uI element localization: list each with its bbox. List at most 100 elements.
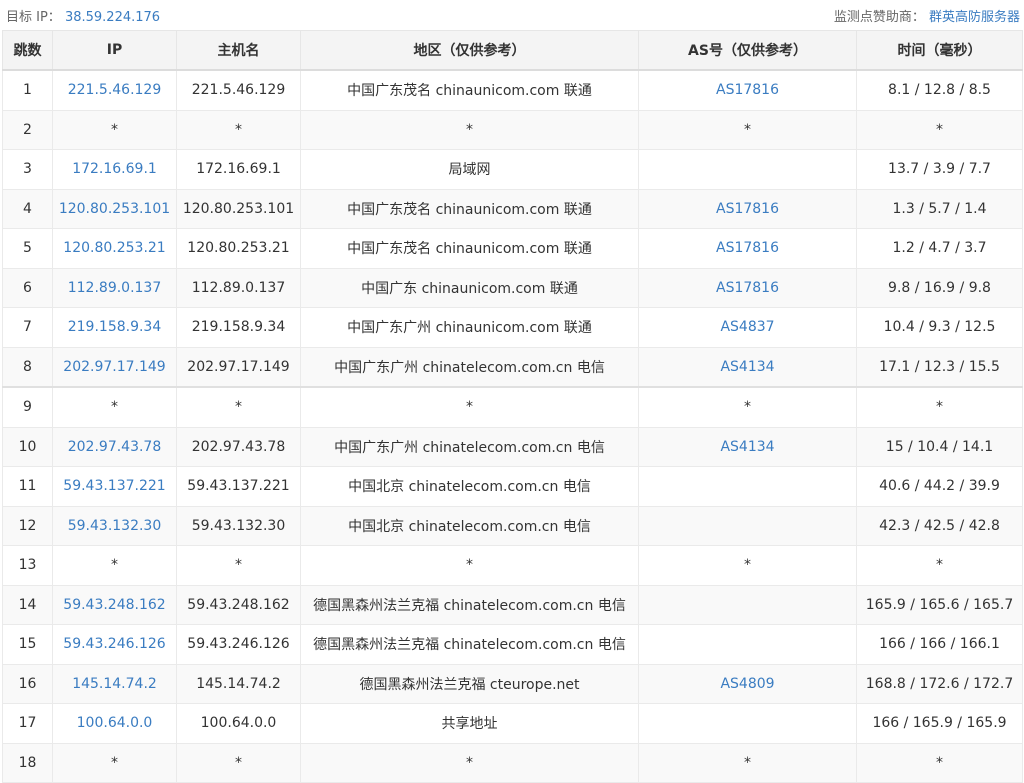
table-row: 5 120.80.253.21 120.80.253.21 中国广东茂名 chinau…	[2, 228, 1023, 269]
sponsor-info: 监测点赞助商： 群英高防服务器	[834, 6, 1020, 25]
hop-cell: 15	[2, 624, 53, 665]
as-cell: AS17816	[638, 268, 857, 308]
hop-cell: 2	[2, 110, 53, 150]
time-cell: 8.1 / 12.8 / 8.5	[856, 70, 1023, 111]
as-link[interactable]: AS4837	[720, 319, 774, 335]
ip-cell: *	[52, 110, 177, 150]
ip-link[interactable]: 202.97.43.78	[68, 439, 162, 455]
hop-cell: 7	[2, 307, 53, 348]
region-cell: 中国广东广州 chinaunicom.com 联通	[300, 307, 639, 348]
as-link[interactable]: AS17816	[716, 82, 779, 98]
ip-link[interactable]: 145.14.74.2	[72, 676, 157, 692]
ip-cell: 145.14.74.2	[52, 664, 177, 704]
hostname-cell: *	[176, 386, 301, 428]
time-cell: 40.6 / 44.2 / 39.9	[856, 466, 1023, 507]
as-link[interactable]: AS4134	[720, 439, 774, 455]
hop-cell: 11	[2, 466, 53, 507]
region-cell: 中国广东 chinaunicom.com 联通	[300, 268, 639, 308]
hop-cell: 10	[2, 427, 53, 467]
ip-cell: 59.43.248.162	[52, 585, 177, 625]
sponsor-label: 监测点赞助商：	[833, 9, 925, 25]
ip-cell: 120.80.253.21	[52, 228, 177, 269]
target-info: 目标 IP： 38.59.224.176	[6, 6, 160, 25]
table-row: 7 219.158.9.34 219.158.9.34 中国广东广州 chinauni…	[2, 307, 1023, 348]
as-cell: AS4134	[638, 347, 857, 388]
time-cell: 15 / 10.4 / 14.1	[856, 427, 1023, 467]
table-row: 13 * * * * *	[2, 545, 1023, 586]
ip-link[interactable]: 120.80.253.21	[63, 240, 165, 256]
ip-cell: *	[52, 545, 177, 586]
hostname-cell: 112.89.0.137	[176, 268, 301, 308]
as-link[interactable]: AS17816	[716, 240, 779, 256]
ip-cell: 202.97.17.149	[52, 347, 177, 388]
ip-link[interactable]: 59.43.246.126	[63, 636, 165, 652]
region-cell: 局域网	[300, 149, 639, 190]
ip-cell: 59.43.132.30	[52, 506, 177, 546]
hop-cell: 8	[2, 347, 53, 388]
region-cell: 中国广东茂名 chinaunicom.com 联通	[300, 228, 639, 269]
ip-cell: 219.158.9.34	[52, 307, 177, 348]
as-cell: *	[638, 545, 857, 586]
ip-link[interactable]: 100.64.0.0	[77, 715, 153, 731]
hostname-cell: 59.43.248.162	[176, 585, 301, 625]
hostname-cell: *	[176, 545, 301, 586]
table-row: 9 * * * * *	[2, 386, 1023, 428]
hostname-cell: 202.97.17.149	[176, 347, 301, 388]
top-info-bar: 目标 IP： 38.59.224.176 监测点赞助商： 群英高防服务器	[0, 0, 1024, 30]
region-cell: *	[300, 110, 639, 150]
as-cell	[638, 703, 857, 744]
table-row: 14 59.43.248.162 59.43.248.162 德国黑森州法兰克福 ch…	[2, 585, 1023, 625]
ip-link[interactable]: 59.43.132.30	[68, 518, 162, 534]
as-cell: AS17816	[638, 70, 857, 111]
region-cell: 中国北京 chinatelecom.com.cn 电信	[300, 466, 639, 507]
time-cell: *	[856, 110, 1023, 150]
as-link[interactable]: AS4134	[720, 359, 774, 375]
time-cell: *	[856, 386, 1023, 428]
ip-link[interactable]: 59.43.137.221	[63, 478, 165, 494]
hop-cell: 1	[2, 70, 53, 111]
as-link[interactable]: AS17816	[716, 280, 779, 296]
region-cell: 中国广东茂名 chinaunicom.com 联通	[300, 70, 639, 111]
column-header-region: 地区（仅供参考）	[300, 30, 639, 71]
hostname-cell: 221.5.46.129	[176, 70, 301, 111]
time-cell: 13.7 / 3.9 / 7.7	[856, 149, 1023, 190]
ip-link[interactable]: 120.80.253.101	[59, 201, 170, 217]
as-cell: AS4837	[638, 307, 857, 348]
table-row: 4 120.80.253.101 120.80.253.101 中国广东茂名 chin…	[2, 189, 1023, 229]
as-link[interactable]: AS4809	[720, 676, 774, 692]
table-row: 6 112.89.0.137 112.89.0.137 中国广东 chinaunico…	[2, 268, 1023, 308]
ip-cell: 221.5.46.129	[52, 70, 177, 111]
ip-link[interactable]: 59.43.248.162	[63, 597, 165, 613]
table-row: 3 172.16.69.1 172.16.69.1 局域网 13.7 / 3.9 / 7…	[2, 149, 1023, 190]
ip-link[interactable]: 202.97.17.149	[63, 359, 165, 375]
hop-cell: 6	[2, 268, 53, 308]
table-row: 8 202.97.17.149 202.97.17.149 中国广东广州 chinat…	[2, 347, 1023, 388]
region-cell: 德国黑森州法兰克福 chinatelecom.com.cn 电信	[300, 624, 639, 665]
time-cell: *	[856, 743, 1023, 783]
ip-link[interactable]: 221.5.46.129	[68, 82, 162, 98]
as-cell: *	[638, 743, 857, 783]
hostname-cell: 145.14.74.2	[176, 664, 301, 704]
as-cell: *	[638, 110, 857, 150]
ip-cell: 112.89.0.137	[52, 268, 177, 308]
ip-link[interactable]: 172.16.69.1	[72, 161, 157, 177]
ip-cell: 120.80.253.101	[52, 189, 177, 229]
as-cell: AS4134	[638, 427, 857, 467]
table-row: 12 59.43.132.30 59.43.132.30 中国北京 chinatele…	[2, 506, 1023, 546]
column-header-ip: IP	[52, 30, 177, 71]
column-header-hop: 跳数	[2, 30, 53, 71]
sponsor-link[interactable]: 群英高防服务器	[929, 10, 1020, 25]
as-link[interactable]: AS17816	[716, 201, 779, 217]
ip-cell: 59.43.137.221	[52, 466, 177, 507]
hop-cell: 5	[2, 228, 53, 269]
time-cell: *	[856, 545, 1023, 586]
ip-cell: *	[52, 386, 177, 428]
hop-cell: 17	[2, 703, 53, 744]
target-ip-value: 38.59.224.176	[64, 9, 161, 25]
ip-link[interactable]: 219.158.9.34	[68, 319, 162, 335]
hop-cell: 18	[2, 743, 53, 783]
table-row: 17 100.64.0.0 100.64.0.0 共享地址 166 / 165.9 / …	[2, 703, 1023, 744]
hostname-cell: 219.158.9.34	[176, 307, 301, 348]
target-ip-label: 目标 IP：	[6, 9, 61, 25]
ip-link[interactable]: 112.89.0.137	[68, 280, 162, 296]
